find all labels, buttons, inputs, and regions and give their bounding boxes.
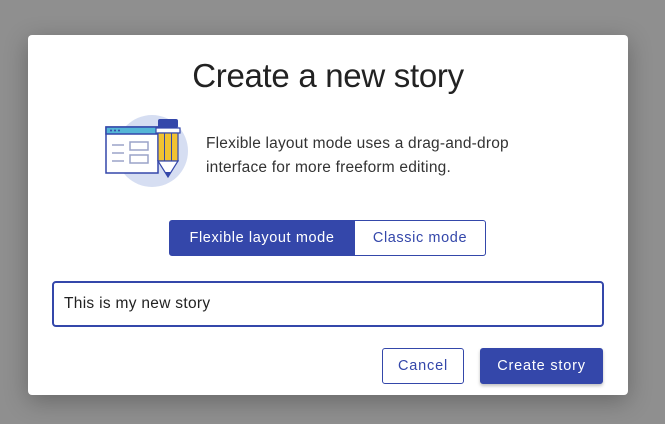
flexible-layout-mode-button[interactable]: Flexible layout mode (169, 220, 355, 256)
classic-mode-button[interactable]: Classic mode (355, 220, 486, 256)
mode-toggle: Flexible layout mode Classic mode (169, 220, 486, 256)
dialog-title: Create a new story (192, 57, 464, 94)
cancel-button[interactable]: Cancel (382, 348, 464, 384)
mode-description: Flexible layout mode uses a drag-and-dro… (206, 135, 509, 176)
layout-pencil-icon (105, 115, 188, 187)
story-name-input[interactable] (52, 281, 604, 327)
create-story-dialog: Create a new story Flexible layout mode … (28, 35, 628, 395)
create-story-button[interactable]: Create story (480, 348, 603, 384)
